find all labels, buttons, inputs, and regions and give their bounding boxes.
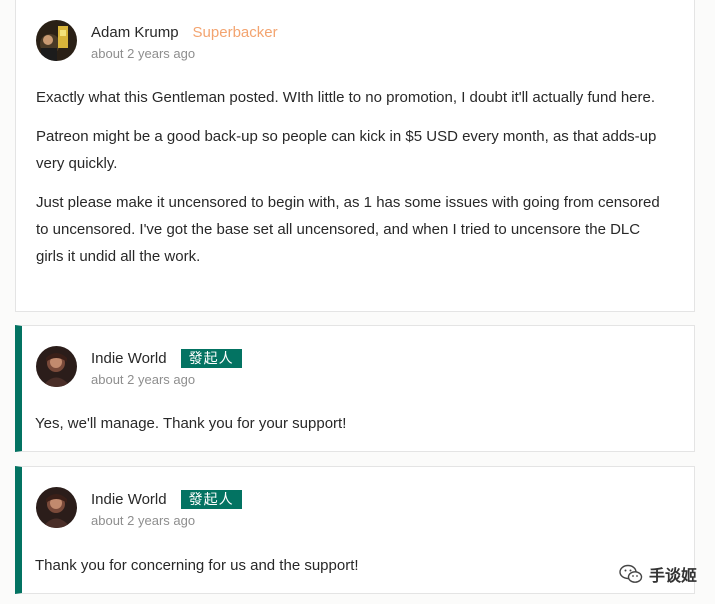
comment-header: Adam Krump Superbacker about 2 years ago: [36, 20, 278, 61]
watermark-text: 手谈姬: [648, 568, 697, 585]
comment-body: Thank you for concerning for us and the …: [35, 552, 670, 591]
watermark: 手谈姬: [619, 562, 697, 586]
name-row: Adam Krump Superbacker: [91, 20, 278, 44]
wechat-icon: [619, 564, 643, 583]
author-name[interactable]: Adam Krump: [91, 24, 179, 41]
creator-reply-card: Indie World 發起人 about 2 years ago Yes, w…: [15, 325, 695, 452]
comment-paragraph: Thank you for concerning for us and the …: [35, 557, 359, 574]
creator-badge: 發起人: [180, 348, 242, 368]
avatar-image: [36, 20, 77, 61]
comment-paragraph: Yes, we'll manage. Thank you for your su…: [35, 415, 347, 432]
comment-meta: Indie World 發起人 about 2 years ago: [91, 346, 242, 387]
comment-header: Indie World 發起人 about 2 years ago: [36, 487, 242, 528]
comment-timestamp: about 2 years ago: [91, 513, 196, 528]
avatar[interactable]: [36, 346, 77, 387]
superbacker-badge: Superbacker: [192, 23, 278, 41]
comment-paragraph: Patreon might be a good back-up so peopl…: [36, 128, 657, 172]
comment-meta: Indie World 發起人 about 2 years ago: [91, 487, 242, 528]
avatar-image: [36, 346, 77, 387]
avatar[interactable]: [36, 20, 77, 61]
author-name[interactable]: Indie World: [91, 350, 167, 367]
comment-body: Yes, we'll manage. Thank you for your su…: [35, 410, 670, 449]
comment-body: Exactly what this Gentleman posted. WIth…: [36, 84, 670, 282]
comment-paragraph: Just please make it uncensored to begin …: [36, 194, 660, 265]
author-name[interactable]: Indie World: [91, 491, 167, 508]
comment-header: Indie World 發起人 about 2 years ago: [36, 346, 242, 387]
comment-card: Adam Krump Superbacker about 2 years ago…: [15, 0, 695, 312]
comment-thread: Adam Krump Superbacker about 2 years ago…: [0, 0, 715, 604]
creator-reply-card: Indie World 發起人 about 2 years ago Thank …: [15, 466, 695, 594]
comment-timestamp: about 2 years ago: [91, 372, 196, 387]
name-row: Indie World 發起人: [91, 346, 242, 370]
comment-timestamp: about 2 years ago: [91, 46, 196, 61]
avatar-image: [36, 487, 77, 528]
comment-meta: Adam Krump Superbacker about 2 years ago: [91, 20, 278, 62]
comment-paragraph: Exactly what this Gentleman posted. WIth…: [36, 89, 656, 106]
name-row: Indie World 發起人: [91, 487, 242, 511]
creator-badge: 發起人: [180, 489, 242, 509]
avatar[interactable]: [36, 487, 77, 528]
